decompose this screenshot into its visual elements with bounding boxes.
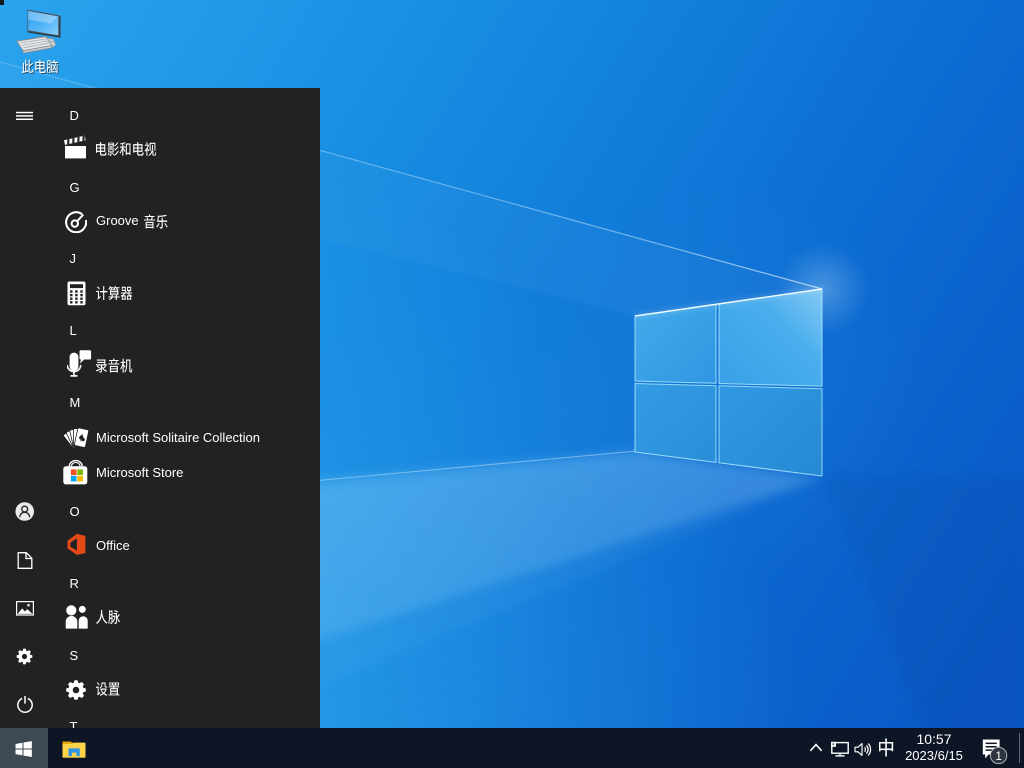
svg-text:1: 1	[995, 749, 1002, 763]
